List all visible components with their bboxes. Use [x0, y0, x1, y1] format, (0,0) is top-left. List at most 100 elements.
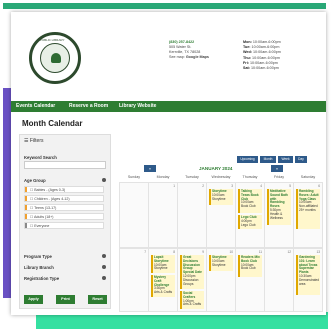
day-number: 8 — [173, 250, 175, 254]
day-cell[interactable]: 7 — [119, 248, 149, 312]
nav-events-calendar[interactable]: Events Calendar — [16, 103, 55, 109]
age-option-label: ☐ Adults (18+) — [30, 215, 54, 219]
view-week-button[interactable]: Week — [278, 156, 293, 163]
hours-time: 10:00am-6:00pm — [251, 45, 280, 50]
calendar: Upcoming Month Week Day « JANUARY 2024 »… — [119, 134, 323, 312]
event-card[interactable]: Talking Texas Book Club 10:00am Book Club — [238, 189, 262, 213]
event-detail: Non-affiliated 25+ months — [299, 204, 318, 212]
apply-button[interactable]: Apply — [24, 295, 43, 304]
event-detail: Arts & Crafts — [183, 302, 202, 307]
event-detail: Discussion Groups — [183, 277, 199, 286]
day-number: 1 — [173, 184, 175, 188]
nav-reserve-room[interactable]: Reserve a Room — [69, 103, 108, 109]
hours-time: 10:00am-6:00pm — [252, 50, 281, 55]
main-nav: Events Calendar Reserve a Room Library W… — [11, 101, 326, 112]
age-option-label: ☐ Everyone — [30, 224, 50, 228]
day-cell[interactable]: 5 Meditative Sound Bath with Rambling Ro… — [264, 182, 294, 248]
expand-program-type-icon[interactable] — [102, 254, 106, 258]
day-number: 13 — [316, 250, 320, 254]
hours-day: Tue: — [243, 45, 251, 50]
logo-text-top: PUBLIC LIBRARY — [40, 38, 65, 42]
day-cell[interactable]: 8 Lapsit Storytime 10:00am Storytime Myste… — [148, 248, 178, 312]
age-option-babies[interactable]: ☐ Babies - (Ages 0-3) — [24, 186, 104, 193]
event-card[interactable]: Meditative Sound Bath with Rambling Rose… — [267, 189, 291, 225]
collapse-age-group-icon[interactable] — [102, 178, 106, 182]
age-option-label: ☐ Children - (Ages 4-12) — [30, 197, 70, 201]
day-number: 6 — [318, 184, 320, 188]
day-cell[interactable]: 2 — [177, 182, 207, 248]
age-color-bar — [25, 214, 27, 219]
event-card[interactable]: Storytime 10:00am Storytime — [209, 189, 233, 205]
hours-day: Fri: — [243, 60, 249, 65]
weekday-header: Sunday — [127, 175, 141, 179]
age-color-bar — [25, 187, 27, 192]
day-number: 3 — [231, 184, 233, 188]
weekday-header: Wednesday — [211, 175, 231, 179]
library-branch-label[interactable]: Library Branch — [24, 265, 54, 270]
weekday-header: Tuesday — [185, 175, 199, 179]
view-day-button[interactable]: Day — [295, 156, 307, 163]
view-upcoming-button[interactable]: Upcoming — [237, 156, 258, 163]
keyword-search-input[interactable] — [24, 161, 106, 169]
day-number: 9 — [202, 250, 204, 254]
print-button[interactable]: Print — [56, 295, 75, 304]
age-option-label: ☐ Babies - (Ages 0-3) — [30, 188, 66, 192]
age-option-adults[interactable]: ☐ Adults (18+) — [24, 213, 104, 220]
reset-button[interactable]: Reset — [88, 295, 107, 304]
event-card[interactable]: Gardening 101: Learn about Texas Superst… — [296, 255, 320, 295]
event-detail: Book Club — [241, 266, 256, 271]
nav-library-website[interactable]: Library Website — [119, 103, 156, 109]
event-card[interactable]: Readers Mix Book Club 10:00am Book Club — [238, 255, 262, 277]
hours-time: 10:00am-6:00pm — [252, 40, 281, 44]
google-maps-link[interactable]: Google Maps — [186, 55, 209, 59]
day-cell[interactable]: 1 — [148, 182, 178, 248]
map-prefix: See map: — [169, 55, 186, 59]
expand-library-branch-icon[interactable] — [102, 265, 106, 269]
event-card[interactable]: Social Crafters 1:00pm Arts & Crafts — [180, 291, 204, 309]
program-type-label[interactable]: Program Type — [24, 254, 52, 259]
hours-time: 10:00am-6:00pm — [252, 55, 280, 60]
event-card[interactable]: Lego Club 4:00pm Lego Club — [238, 215, 262, 229]
day-number: 11 — [258, 250, 262, 254]
event-title: Great Decisions Discussion Group Special… — [183, 255, 202, 275]
event-card[interactable]: Storytime 10:00am Storytime — [209, 255, 233, 271]
age-option-children[interactable]: ☐ Children - (Ages 4-12) — [24, 195, 104, 202]
day-number: 7 — [144, 250, 146, 254]
day-cell[interactable]: 4 Talking Texas Book Club 10:00am Book Clu… — [235, 182, 265, 248]
event-card[interactable]: Great Decisions Discussion Group Special… — [180, 255, 204, 289]
day-cell[interactable]: 6 Rambling Roses: Adult Yoga Class 10:00a… — [293, 182, 323, 248]
filters-panel: ☰ Filters Keyword Search Age Group ☐ Bab… — [19, 134, 111, 309]
day-cell[interactable]: 9 Great Decisions Discussion Group Speci… — [177, 248, 207, 312]
hours-day: Sat: — [243, 66, 250, 71]
day-cell[interactable]: 10 Storytime 10:00am Storytime — [206, 248, 236, 312]
hours-time: 10:00am-6:00pm — [249, 60, 278, 65]
library-logo[interactable]: PUBLIC LIBRARY — [29, 32, 81, 84]
contact-info: (830) 257-8422 505 Water St. Kerrville, … — [169, 40, 209, 60]
event-card[interactable]: Rambling Roses: Adult Yoga Class 10:00am N… — [296, 189, 320, 229]
age-option-label: ☐ Teens (13-17) — [30, 206, 57, 210]
hours-day: Thu: — [243, 55, 251, 60]
expand-registration-type-icon[interactable] — [102, 276, 106, 280]
event-detail: Health & Wellness — [270, 211, 283, 220]
page-title: Month Calendar — [22, 119, 83, 128]
hours-list: Mon: 10:00am-6:00pm Tue: 10:00am-6:00pm … — [243, 40, 281, 71]
registration-type-label[interactable]: Registration Type — [24, 276, 59, 281]
day-cell[interactable]: 13 Gardening 101: Learn about Texas Supe… — [293, 248, 323, 312]
day-cell[interactable] — [119, 182, 149, 248]
event-title: Meditative Sound Bath with Rambling Rose… — [270, 189, 288, 209]
age-option-everyone[interactable]: ☐ Everyone — [24, 222, 104, 229]
prev-month-button[interactable]: « — [144, 165, 156, 172]
day-number: 2 — [202, 184, 204, 188]
filters-heading[interactable]: ☰ Filters — [24, 138, 44, 144]
age-group-label[interactable]: Age Group — [24, 178, 46, 183]
event-card[interactable]: Mystery Craft Challenge 3:30pm Arts & Craf… — [151, 275, 175, 297]
decorative-green-bar-top — [3, 3, 326, 9]
age-option-teens[interactable]: ☐ Teens (13-17) — [24, 204, 104, 211]
day-cell[interactable]: 3 Storytime 10:00am Storytime — [206, 182, 236, 248]
event-card[interactable]: Lapsit Storytime 10:00am Storytime — [151, 255, 175, 273]
day-cell[interactable]: 11 Readers Mix Book Club 10:00am Book Club — [235, 248, 265, 312]
event-detail: Lego Club — [241, 222, 256, 227]
view-month-button[interactable]: Month — [260, 156, 276, 163]
next-month-button[interactable]: » — [271, 165, 283, 172]
day-cell[interactable]: 12 — [264, 248, 294, 312]
